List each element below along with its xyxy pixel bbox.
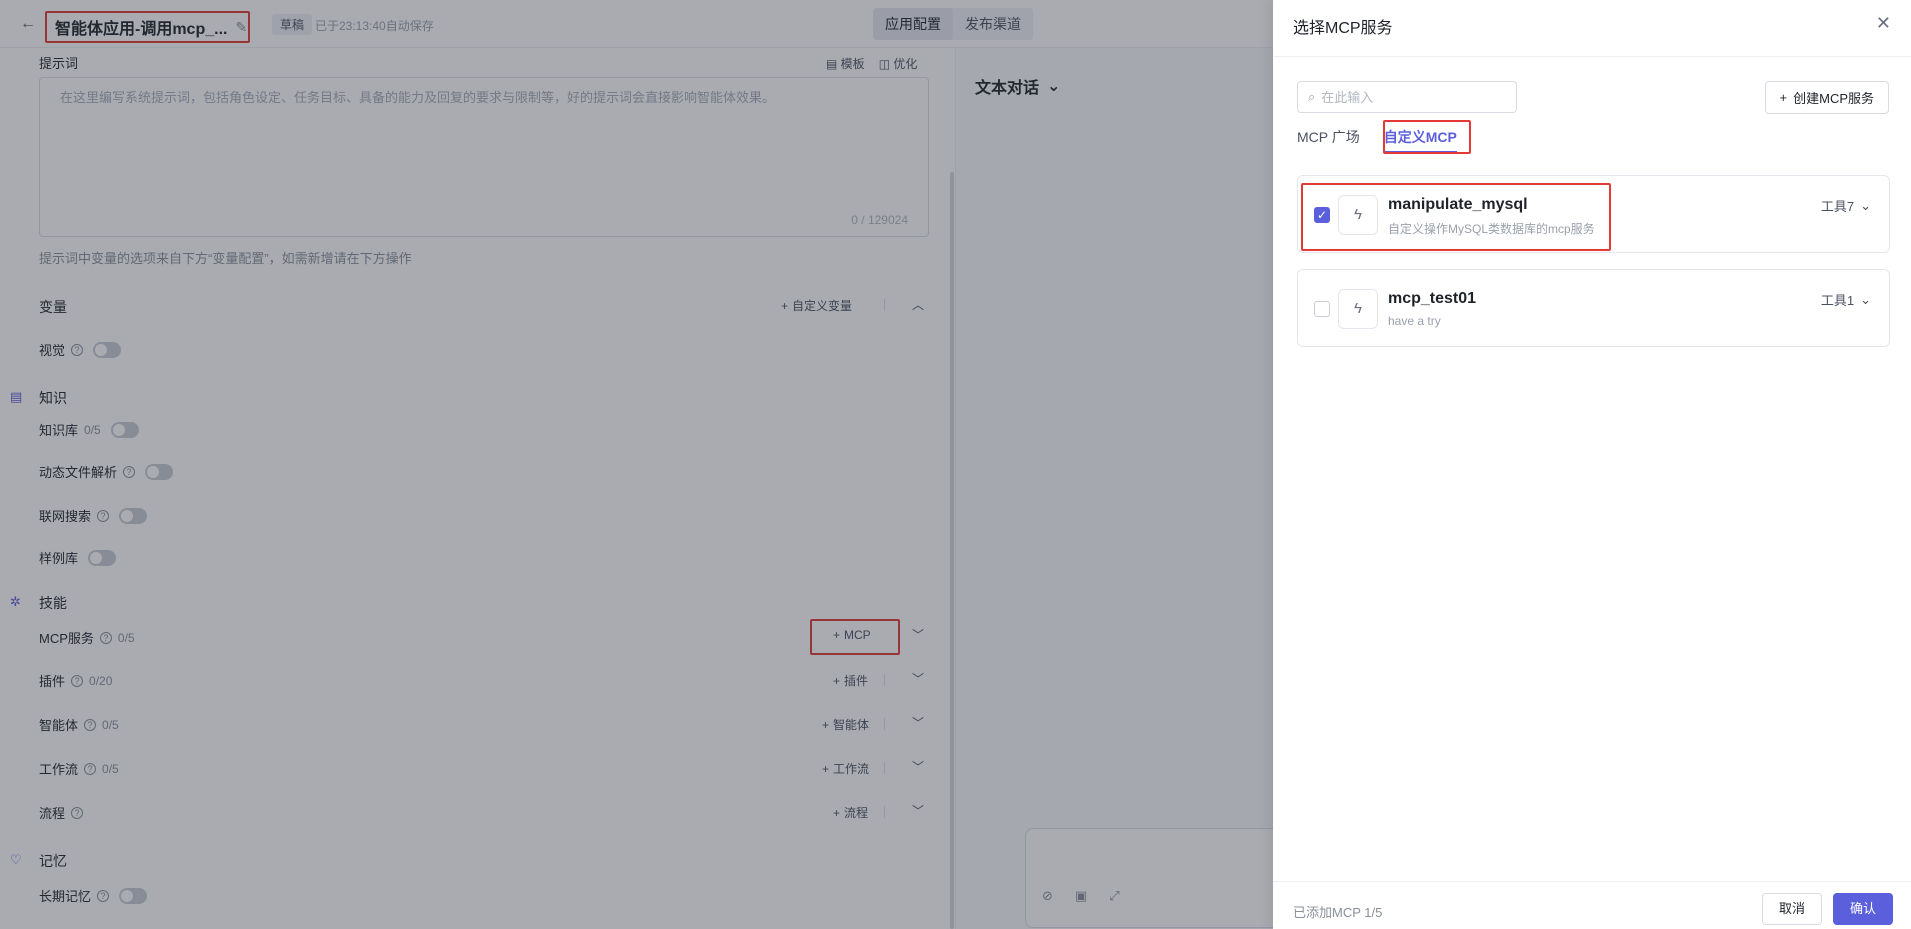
create-mcp-label: 创建MCP服务 xyxy=(1793,91,1874,106)
modal-overlay[interactable] xyxy=(0,0,1273,929)
create-mcp-button[interactable]: + 创建MCP服务 xyxy=(1764,81,1889,114)
select-mcp-drawer: 选择MCP服务 ✕ ⌕ + 创建MCP服务 MCP 广场 自定义MCP ✓ ϟ … xyxy=(1273,0,1911,929)
service-tools-label: 工具1 xyxy=(1820,293,1855,308)
service-tools-toggle[interactable]: 工具7 ⌄ xyxy=(1821,196,1871,215)
search-icon: ⌕ xyxy=(1308,89,1316,104)
mcp-service-card[interactable]: ϟ mcp_test01 have a try 工具1 ⌄ xyxy=(1297,269,1890,347)
selected-card-highlight xyxy=(1301,183,1611,251)
cancel-button[interactable]: 取消 xyxy=(1762,893,1822,925)
service-checkbox[interactable] xyxy=(1314,301,1330,317)
lightning-icon: ϟ xyxy=(1338,289,1378,329)
confirm-button[interactable]: 确认 xyxy=(1833,893,1893,925)
search-box: ⌕ xyxy=(1297,81,1517,113)
added-count-text: 已添加MCP 1/5 xyxy=(1293,905,1383,920)
divider xyxy=(1273,881,1911,882)
close-icon[interactable]: ✕ xyxy=(1876,13,1891,34)
service-desc: have a try xyxy=(1388,314,1441,328)
chevron-down-icon: ⌄ xyxy=(1860,197,1871,213)
service-name: mcp_test01 xyxy=(1388,290,1477,307)
custom-tab-highlight xyxy=(1383,120,1471,154)
divider xyxy=(1273,56,1911,57)
chevron-down-icon: ⌄ xyxy=(1860,291,1871,307)
tab-mcp-square[interactable]: MCP 广场 xyxy=(1297,123,1360,153)
drawer-title: 选择MCP服务 xyxy=(1293,20,1393,37)
service-tools-toggle[interactable]: 工具1 ⌄ xyxy=(1821,290,1871,309)
plus-icon: + xyxy=(1779,90,1788,105)
service-tools-label: 工具7 xyxy=(1820,199,1855,214)
search-input[interactable] xyxy=(1321,89,1502,105)
